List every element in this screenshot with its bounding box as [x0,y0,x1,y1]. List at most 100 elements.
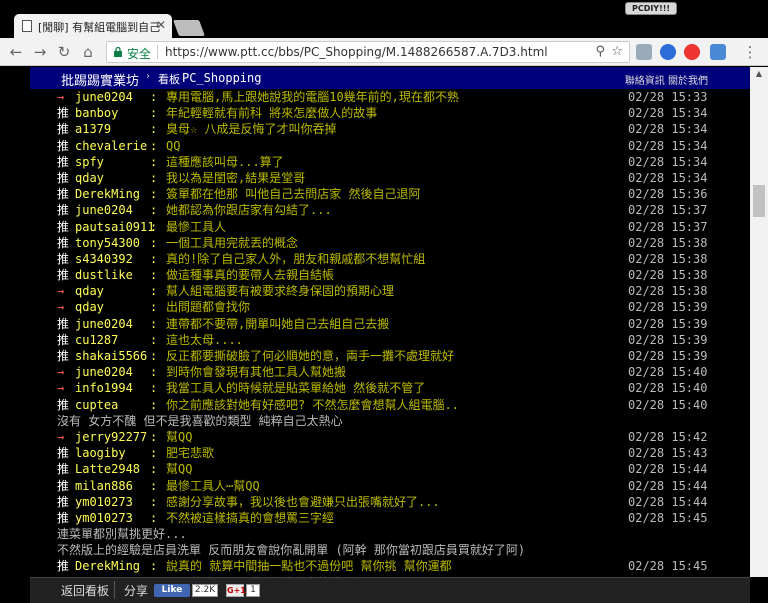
push-colon: : [150,284,158,299]
push-userid[interactable]: jerry92277 [75,429,147,445]
push-tag: 推 [57,235,70,250]
push-colon: : [150,187,158,202]
push-userid[interactable]: pautsai0911 [75,219,154,235]
home-icon[interactable]: ⌂ [78,42,98,62]
push-row: 推 ym010273: 不然被這樣搞真的會想罵三字經 02/28 15:45 [0,510,750,526]
push-userid[interactable]: laogiby [75,445,126,461]
facebook-like-button[interactable]: Like [154,584,190,597]
push-userid[interactable]: DerekMing [75,186,140,202]
push-userid[interactable]: tony54300 [75,235,140,251]
push-content: 到時你會發現有其他工具人幫她搬 [166,365,347,380]
push-tag: → [57,284,65,299]
push-tag: 推 [57,510,70,525]
push-time: 02/28 15:37 [628,219,708,234]
push-tag: 推 [57,494,70,509]
push-row: 推 Latte2948: 幫QQ 02/28 15:44 [0,461,750,477]
push-tag: 推 [57,559,70,574]
push-userid[interactable]: info1994 [75,380,133,396]
push-userid[interactable]: Latte2948 [75,461,140,477]
push-userid[interactable]: a1379 [75,121,111,137]
push-content: 不然被這樣搞真的會想罵三字經 [166,510,335,525]
push-content: 臭母☆ 八成是反悔了才叫你吞掉 [166,122,337,137]
push-content: 你之前應該對她有好感吧? 不然怎麼會想幫人組電腦.. [166,397,459,412]
browser-tab[interactable]: [閒聊] 有幫組電腦到自己 ✕ [14,14,172,38]
push-content: 年紀輕輕就有前科 將來怎麼做人的故事 [166,106,378,121]
push-colon: : [150,170,158,185]
push-row: → qday: 出問題都會找你 02/28 15:39 [0,299,750,315]
push-userid[interactable]: banboy [75,105,118,121]
push-userid[interactable]: shakai5566 [75,348,147,364]
push-colon: : [150,268,158,283]
push-time: 02/28 15:42 [628,429,708,444]
push-time: 02/28 15:34 [628,138,708,153]
push-userid[interactable]: qday [75,170,104,186]
push-userid[interactable]: ym010273 [75,494,133,510]
star-icon[interactable]: ☆ [611,44,623,59]
push-row: 推 pautsai0911: 最慘工具人 02/28 15:37 [0,219,750,235]
push-tag: 推 [57,268,70,283]
push-colon: : [150,349,158,363]
push-userid[interactable]: ym010273 [75,510,133,526]
push-time: 02/28 15:36 [628,187,708,202]
push-userid[interactable]: june0204 [75,316,133,332]
push-time: 02/28 15:39 [628,332,708,347]
board-name-link[interactable]: PC_Shopping [182,71,261,85]
extension-icon[interactable] [710,44,726,60]
address-bar[interactable]: 安全 https://www.ptt.cc/bbs/PC_Shopping/M.… [106,41,630,63]
push-userid[interactable]: s4340392 [75,251,133,267]
article-text: 沒有 女方不醜 但不是我喜歡的類型 純粹自己太熱心 [57,413,343,428]
push-userid[interactable]: dustlike [75,267,133,283]
push-content: 幫QQ [166,429,193,444]
push-colon: : [150,332,158,347]
push-tag: → [57,381,65,396]
push-colon: : [150,478,158,493]
push-userid[interactable]: milan886 [75,478,133,494]
push-row: 推 shakai5566: 反正都要撕破臉了何必順她的意，兩手一攤不處理就好 02/2… [0,348,750,364]
site-name-link[interactable]: 批踢踢實業坊 [61,70,139,89]
scroll-up-icon[interactable]: ▲ [750,67,768,81]
new-tab-button[interactable] [173,20,205,36]
reload-icon[interactable]: ↻ [54,42,74,62]
push-row: → info1994: 我當工具人的時候就是貼菜單給她 然後就不管了 02/28 15… [0,380,750,396]
menu-icon[interactable]: ⋮ [740,42,760,62]
extension-icon[interactable] [660,44,676,60]
push-content: 最慘工具人⋯幫QQ [166,478,260,493]
push-userid[interactable]: june0204 [75,89,133,105]
push-row: 推 banboy: 年紀輕輕就有前科 將來怎麼做人的故事 02/28 15:34 [0,105,750,121]
push-userid[interactable]: qday [75,283,104,299]
back-icon[interactable]: ← [6,42,26,62]
push-time: 02/28 15:44 [628,494,708,509]
article-text-line: 不然版上的經驗是店員洗單 反而朋友會說你亂開單 (阿幹 那你當初跟店員買就好了阿… [0,542,750,558]
push-time: 02/28 15:40 [628,397,708,412]
scroll-thumb[interactable] [753,185,765,217]
push-userid[interactable]: cu1287 [75,332,118,348]
push-row: 推 tony54300: 一個工具用完就丟的概念 02/28 15:38 [0,235,750,251]
push-userid[interactable]: june0204 [75,202,133,218]
push-userid[interactable]: cuptea [75,397,118,413]
scrollbar[interactable]: ▲ [750,67,768,577]
push-list: → june0204: 專用電腦,馬上跟她說我的電腦10幾年前的,現在都不熟 02/2… [0,89,750,591]
push-userid[interactable]: chevalerie [75,138,147,154]
push-colon: : [150,510,158,525]
push-userid[interactable]: DerekMing [75,558,140,574]
push-colon: : [150,462,158,477]
push-userid[interactable]: june0204 [75,364,133,380]
push-content: 我當工具人的時候就是貼菜單給她 然後就不管了 [166,381,426,396]
google-plus-button[interactable]: G+1 [226,584,246,597]
push-userid[interactable]: qday [75,299,104,315]
zoom-icon[interactable]: ⚲ [595,44,605,59]
article-text: 連菜單都別幫挑更好... [57,527,187,542]
about-links[interactable]: 聯絡資訊 關於我們 [625,72,708,87]
push-userid[interactable]: spfy [75,154,104,170]
url-text[interactable]: https://www.ptt.cc/bbs/PC_Shopping/M.148… [165,45,548,59]
download-extension-icon[interactable] [636,44,652,60]
back-to-board-button[interactable]: 返回看板 [61,582,109,599]
close-tab-icon[interactable]: ✕ [156,18,166,32]
push-tag: → [57,429,65,444]
push-time: 02/28 15:37 [628,203,708,218]
push-content: 這也太母.... [166,332,243,347]
push-colon: : [150,90,158,104]
push-content: 出問題都會找你 [166,300,251,315]
forward-icon[interactable]: → [30,42,50,62]
extension-icon[interactable] [684,44,700,60]
